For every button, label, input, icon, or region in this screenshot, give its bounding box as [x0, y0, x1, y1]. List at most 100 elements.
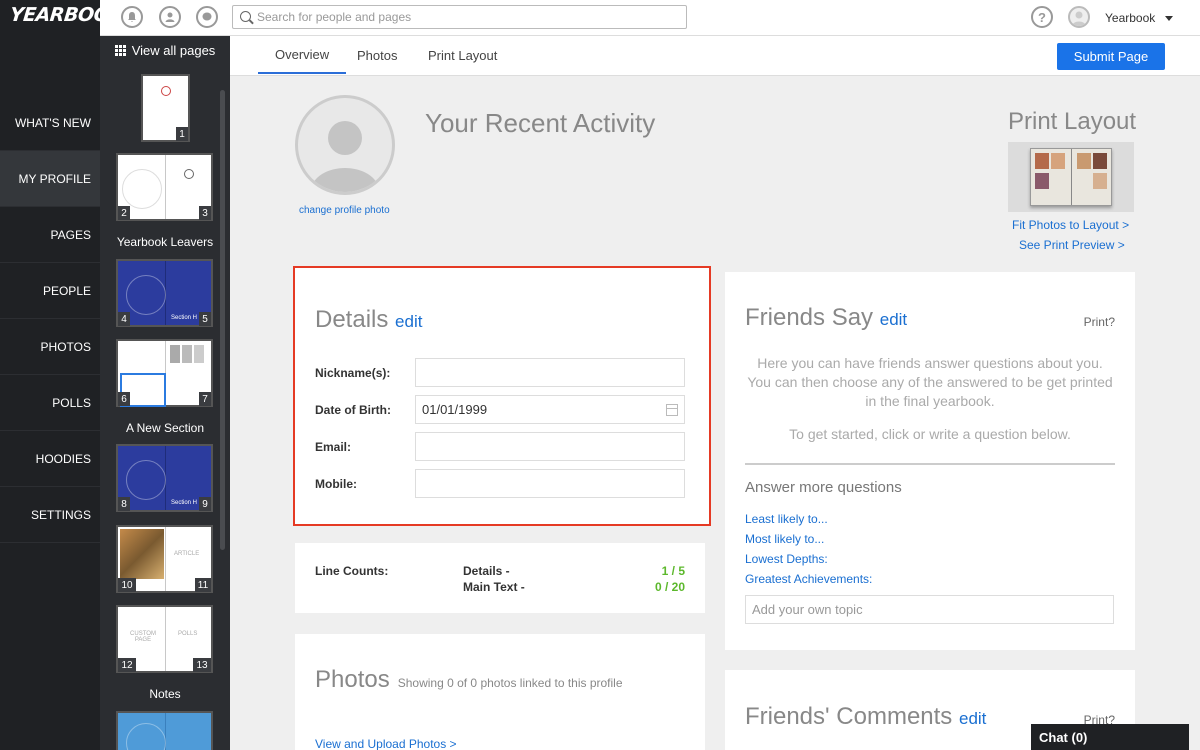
view-upload-photos-link[interactable]: View and Upload Photos >: [315, 737, 457, 750]
print-layout-thumbnail[interactable]: [1008, 142, 1134, 212]
section-label: Yearbook Leavers: [116, 235, 214, 249]
friends-say-description: Here you can have friends answer questio…: [747, 355, 1113, 409]
notifications-icon[interactable]: [121, 6, 143, 28]
section-heading-text: Section H: [170, 315, 197, 321]
page-number: 8: [118, 497, 130, 511]
nav-item-photos[interactable]: PHOTOS: [0, 319, 100, 375]
dob-field[interactable]: 01/01/1999: [415, 395, 685, 424]
page-thumbnail[interactable]: 1: [141, 74, 190, 142]
mobile-field[interactable]: [415, 469, 685, 498]
logo-placeholder-icon: [126, 460, 166, 500]
print-toggle[interactable]: Print?: [1084, 315, 1115, 329]
recent-activity-title: Your Recent Activity: [425, 108, 656, 138]
get-started-text: To get started, click or write a questio…: [789, 426, 1071, 442]
mobile-row: Mobile:: [315, 469, 685, 498]
question-link[interactable]: Most likely to...: [745, 532, 824, 546]
nav-item-my-profile[interactable]: MY PROFILE: [0, 151, 100, 207]
nav-item-whats-new[interactable]: WHAT'S NEW: [0, 95, 100, 151]
nav-item-settings[interactable]: SETTINGS: [0, 487, 100, 543]
friends-say-edit-link[interactable]: edit: [880, 310, 907, 329]
page-number: 3: [199, 206, 211, 220]
left-nav: YEARBOOK WHAT'S NEW MY PROFILE PAGES PEO…: [0, 0, 125, 750]
email-row: Email:: [315, 432, 685, 461]
email-field[interactable]: [415, 432, 685, 461]
line-counts-label: Line Counts:: [315, 564, 389, 578]
profile-photo[interactable]: [295, 95, 395, 195]
search-placeholder: Search for people and pages: [257, 10, 412, 24]
details-edit-link[interactable]: edit: [395, 312, 422, 331]
user-name[interactable]: Yearbook: [1105, 11, 1155, 25]
tab-bar: Overview Photos Print Layout Submit Page: [230, 36, 1200, 76]
nav-item-polls[interactable]: POLLS: [0, 375, 100, 431]
page-number: 11: [195, 578, 211, 592]
search-icon: [240, 11, 251, 22]
page-number: 5: [199, 312, 211, 326]
tab-photos[interactable]: Photos: [340, 36, 414, 74]
submit-page-button[interactable]: Submit Page: [1057, 43, 1165, 70]
page-number: 1: [176, 127, 188, 141]
page-spread-thumbnail[interactable]: 2 3: [116, 153, 213, 221]
custom-page-placeholder-text: CUSTOM PAGE: [130, 631, 156, 643]
line-counts-card: Line Counts: Details - Main Text - 1 / 5…: [295, 543, 705, 613]
page-number: 10: [118, 578, 136, 592]
search-input[interactable]: Search for people and pages: [232, 5, 687, 29]
page-spread-thumbnail[interactable]: ARTICLE 10 11: [116, 525, 213, 593]
photos-subtitle: Showing 0 of 0 photos linked to this pro…: [397, 676, 623, 690]
divider: [745, 463, 1115, 465]
friends-comments-edit-link[interactable]: edit: [959, 709, 986, 728]
add-topic-input[interactable]: Add your own topic: [745, 595, 1114, 624]
person-silhouette-icon: [310, 121, 380, 192]
nav-item-pages[interactable]: PAGES: [0, 207, 100, 263]
photo-collage: [120, 529, 164, 579]
chevron-down-icon[interactable]: [1165, 16, 1173, 21]
page-spread-thumbnail[interactable]: [116, 711, 213, 750]
article-placeholder-text: ARTICLE: [174, 551, 200, 557]
tab-print-layout[interactable]: Print Layout: [411, 36, 514, 74]
page-number: 2: [118, 206, 130, 220]
details-title: Details: [315, 306, 389, 333]
print-preview-link[interactable]: See Print Preview >: [1019, 238, 1125, 252]
page-spread-thumbnail[interactable]: CUSTOM PAGE POLLS 12 13: [116, 605, 213, 673]
dob-label: Date of Birth:: [315, 402, 391, 417]
messages-icon[interactable]: [196, 6, 218, 28]
tab-overview[interactable]: Overview: [258, 36, 347, 74]
page-spread-thumbnail[interactable]: Section H 4 5: [116, 259, 213, 327]
details-card: Details edit Nickname(s): Date of Birth:…: [293, 266, 711, 526]
question-link[interactable]: Greatest Achievements:: [745, 572, 872, 586]
question-link[interactable]: Least likely to...: [745, 512, 828, 526]
nav-item-hoodies[interactable]: HOODIES: [0, 431, 100, 487]
badge-icon: [184, 169, 194, 179]
help-icon[interactable]: ?: [1031, 6, 1053, 28]
change-profile-photo-link[interactable]: change profile photo: [299, 205, 390, 216]
user-avatar[interactable]: [1068, 6, 1090, 28]
grid-icon: [114, 44, 126, 56]
photos-card: Photos Showing 0 of 0 photos linked to t…: [295, 634, 705, 750]
chat-bar[interactable]: Chat (0): [1031, 724, 1189, 750]
page-spread-thumbnail[interactable]: 6 7: [116, 339, 213, 407]
page-number: 6: [118, 392, 130, 406]
photos-title: Photos: [315, 666, 390, 693]
view-all-pages-button[interactable]: View all pages: [100, 36, 230, 64]
page-strip-scrollbar[interactable]: [220, 90, 225, 550]
page-number: 9: [199, 497, 211, 511]
friends-comments-heading: Friends' Comments edit: [745, 703, 986, 731]
section-label: A New Section: [125, 421, 205, 435]
email-label: Email:: [315, 439, 352, 454]
friends-icon[interactable]: [159, 6, 181, 28]
page-strip: View all pages 1 2 3 Yearbook Leavers Se…: [100, 0, 230, 750]
nickname-label: Nickname(s):: [315, 365, 391, 380]
fit-photos-link[interactable]: Fit Photos to Layout >: [1012, 218, 1129, 232]
question-link[interactable]: Lowest Depths:: [745, 552, 828, 566]
dob-row: Date of Birth: 01/01/1999: [315, 395, 685, 424]
nickname-field[interactable]: [415, 358, 685, 387]
main-text-count-value: 0 / 20: [654, 580, 685, 594]
calendar-icon[interactable]: [666, 404, 678, 416]
nav-item-people[interactable]: PEOPLE: [0, 263, 100, 319]
nickname-row: Nickname(s):: [315, 358, 685, 387]
page-number: 13: [193, 658, 211, 672]
page-spread-thumbnail[interactable]: Section H 8 9: [116, 444, 213, 512]
mobile-label: Mobile:: [315, 476, 357, 491]
top-bar: Search for people and pages ? Yearbook: [100, 0, 1200, 36]
emblem-icon: [161, 86, 171, 96]
friends-say-title: Friends Say: [745, 304, 874, 331]
